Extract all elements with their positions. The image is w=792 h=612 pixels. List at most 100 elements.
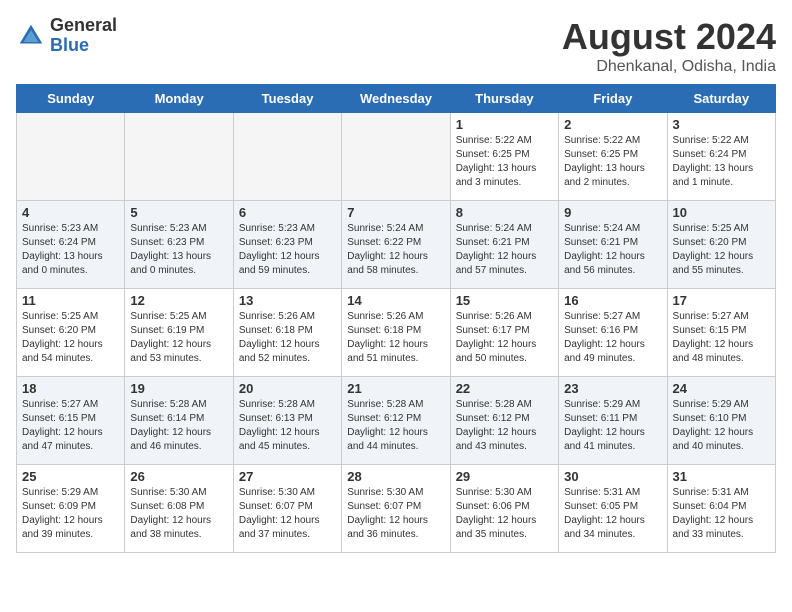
logo-general: General	[50, 16, 117, 36]
day-info: Sunrise: 5:30 AMSunset: 6:06 PMDaylight:…	[456, 486, 553, 542]
calendar-cell: 19 Sunrise: 5:28 AMSunset: 6:14 PMDayligh…	[125, 377, 233, 465]
day-number: 2	[564, 117, 661, 132]
day-info: Sunrise: 5:27 AMSunset: 6:15 PMDaylight:…	[22, 398, 119, 454]
calendar-cell: 29 Sunrise: 5:30 AMSunset: 6:06 PMDayligh…	[450, 465, 558, 553]
day-info: Sunrise: 5:26 AMSunset: 6:18 PMDaylight:…	[347, 310, 444, 366]
location: Dhenkanal, Odisha, India	[562, 58, 776, 76]
calendar-cell: 8 Sunrise: 5:24 AMSunset: 6:21 PMDaylight…	[450, 201, 558, 289]
calendar-cell	[233, 113, 341, 201]
day-info: Sunrise: 5:28 AMSunset: 6:13 PMDaylight:…	[239, 398, 336, 454]
day-number: 9	[564, 205, 661, 220]
calendar-cell: 14 Sunrise: 5:26 AMSunset: 6:18 PMDayligh…	[342, 289, 450, 377]
calendar-cell: 20 Sunrise: 5:28 AMSunset: 6:13 PMDayligh…	[233, 377, 341, 465]
calendar-header-row: SundayMondayTuesdayWednesdayThursdayFrid…	[17, 85, 776, 113]
day-info: Sunrise: 5:25 AMSunset: 6:20 PMDaylight:…	[22, 310, 119, 366]
week-row-4: 18 Sunrise: 5:27 AMSunset: 6:15 PMDayligh…	[17, 377, 776, 465]
day-info: Sunrise: 5:24 AMSunset: 6:21 PMDaylight:…	[564, 222, 661, 278]
page-header: General Blue August 2024 Dhenkanal, Odis…	[16, 16, 776, 76]
day-number: 28	[347, 469, 444, 484]
calendar-cell: 17Sunrise: 5:27 AMSunset: 6:15 PMDayligh…	[667, 289, 775, 377]
day-number: 26	[130, 469, 227, 484]
day-number: 12	[130, 293, 227, 308]
day-number: 5	[130, 205, 227, 220]
day-number: 18	[22, 381, 119, 396]
day-number: 11	[22, 293, 119, 308]
header-saturday: Saturday	[667, 85, 775, 113]
day-info: Sunrise: 5:28 AMSunset: 6:14 PMDaylight:…	[130, 398, 227, 454]
calendar-cell: 6Sunrise: 5:23 AMSunset: 6:23 PMDaylight…	[233, 201, 341, 289]
calendar-cell	[342, 113, 450, 201]
day-info: Sunrise: 5:23 AMSunset: 6:23 PMDaylight:…	[239, 222, 336, 278]
calendar-cell: 30 Sunrise: 5:31 AMSunset: 6:05 PMDayligh…	[559, 465, 667, 553]
day-number: 7	[347, 205, 444, 220]
day-number: 4	[22, 205, 119, 220]
calendar-cell	[125, 113, 233, 201]
day-info: Sunrise: 5:25 AMSunset: 6:19 PMDaylight:…	[130, 310, 227, 366]
calendar-cell: 12 Sunrise: 5:25 AMSunset: 6:19 PMDayligh…	[125, 289, 233, 377]
day-number: 13	[239, 293, 336, 308]
calendar-cell: 18 Sunrise: 5:27 AMSunset: 6:15 PMDayligh…	[17, 377, 125, 465]
day-info: Sunrise: 5:30 AMSunset: 6:07 PMDaylight:…	[239, 486, 336, 542]
calendar-cell: 11 Sunrise: 5:25 AMSunset: 6:20 PMDayligh…	[17, 289, 125, 377]
calendar-cell: 5Sunrise: 5:23 AMSunset: 6:23 PMDaylight…	[125, 201, 233, 289]
header-wednesday: Wednesday	[342, 85, 450, 113]
day-info: Sunrise: 5:27 AMSunset: 6:15 PMDaylight:…	[673, 310, 770, 366]
logo: General Blue	[16, 16, 117, 56]
week-row-1: 1 Sunrise: 5:22 AMSunset: 6:25 PMDaylight…	[17, 113, 776, 201]
day-info: Sunrise: 5:29 AMSunset: 6:10 PMDaylight:…	[673, 398, 770, 454]
title-block: August 2024 Dhenkanal, Odisha, India	[562, 16, 776, 76]
month-year: August 2024	[562, 16, 776, 58]
day-info: Sunrise: 5:24 AMSunset: 6:22 PMDaylight:…	[347, 222, 444, 278]
header-thursday: Thursday	[450, 85, 558, 113]
day-info: Sunrise: 5:27 AMSunset: 6:16 PMDaylight:…	[564, 310, 661, 366]
day-info: Sunrise: 5:28 AMSunset: 6:12 PMDaylight:…	[456, 398, 553, 454]
logo-blue: Blue	[50, 36, 117, 56]
day-number: 1	[456, 117, 553, 132]
day-number: 31	[673, 469, 770, 484]
day-number: 27	[239, 469, 336, 484]
day-info: Sunrise: 5:26 AMSunset: 6:17 PMDaylight:…	[456, 310, 553, 366]
day-info: Sunrise: 5:29 AMSunset: 6:09 PMDaylight:…	[22, 486, 119, 542]
day-number: 14	[347, 293, 444, 308]
header-sunday: Sunday	[17, 85, 125, 113]
day-info: Sunrise: 5:24 AMSunset: 6:21 PMDaylight:…	[456, 222, 553, 278]
day-number: 8	[456, 205, 553, 220]
calendar-cell: 22 Sunrise: 5:28 AMSunset: 6:12 PMDayligh…	[450, 377, 558, 465]
day-info: Sunrise: 5:29 AMSunset: 6:11 PMDaylight:…	[564, 398, 661, 454]
day-number: 3	[673, 117, 770, 132]
calendar-cell: 27 Sunrise: 5:30 AMSunset: 6:07 PMDayligh…	[233, 465, 341, 553]
day-info: Sunrise: 5:22 AMSunset: 6:25 PMDaylight:…	[564, 134, 661, 190]
calendar-cell: 10Sunrise: 5:25 AMSunset: 6:20 PMDayligh…	[667, 201, 775, 289]
day-number: 29	[456, 469, 553, 484]
day-info: Sunrise: 5:30 AMSunset: 6:07 PMDaylight:…	[347, 486, 444, 542]
day-info: Sunrise: 5:30 AMSunset: 6:08 PMDaylight:…	[130, 486, 227, 542]
calendar-cell: 1 Sunrise: 5:22 AMSunset: 6:25 PMDaylight…	[450, 113, 558, 201]
week-row-5: 25 Sunrise: 5:29 AMSunset: 6:09 PMDayligh…	[17, 465, 776, 553]
day-number: 16	[564, 293, 661, 308]
header-tuesday: Tuesday	[233, 85, 341, 113]
week-row-2: 4 Sunrise: 5:23 AMSunset: 6:24 PMDaylight…	[17, 201, 776, 289]
day-info: Sunrise: 5:23 AMSunset: 6:24 PMDaylight:…	[22, 222, 119, 278]
day-number: 19	[130, 381, 227, 396]
week-row-3: 11 Sunrise: 5:25 AMSunset: 6:20 PMDayligh…	[17, 289, 776, 377]
calendar-cell: 15 Sunrise: 5:26 AMSunset: 6:17 PMDayligh…	[450, 289, 558, 377]
calendar-cell: 25 Sunrise: 5:29 AMSunset: 6:09 PMDayligh…	[17, 465, 125, 553]
calendar-cell: 2 Sunrise: 5:22 AMSunset: 6:25 PMDaylight…	[559, 113, 667, 201]
day-number: 20	[239, 381, 336, 396]
day-number: 22	[456, 381, 553, 396]
day-info: Sunrise: 5:31 AMSunset: 6:04 PMDaylight:…	[673, 486, 770, 542]
calendar-cell: 26 Sunrise: 5:30 AMSunset: 6:08 PMDayligh…	[125, 465, 233, 553]
day-number: 25	[22, 469, 119, 484]
day-number: 23	[564, 381, 661, 396]
day-number: 30	[564, 469, 661, 484]
day-number: 21	[347, 381, 444, 396]
calendar-cell: 3Sunrise: 5:22 AMSunset: 6:24 PMDaylight…	[667, 113, 775, 201]
day-info: Sunrise: 5:31 AMSunset: 6:05 PMDaylight:…	[564, 486, 661, 542]
calendar-cell: 28 Sunrise: 5:30 AMSunset: 6:07 PMDayligh…	[342, 465, 450, 553]
calendar-cell: 4 Sunrise: 5:23 AMSunset: 6:24 PMDaylight…	[17, 201, 125, 289]
calendar-cell: 16 Sunrise: 5:27 AMSunset: 6:16 PMDayligh…	[559, 289, 667, 377]
day-number: 15	[456, 293, 553, 308]
day-info: Sunrise: 5:22 AMSunset: 6:25 PMDaylight:…	[456, 134, 553, 190]
calendar-cell: 13Sunrise: 5:26 AMSunset: 6:18 PMDayligh…	[233, 289, 341, 377]
logo-icon	[16, 21, 46, 51]
